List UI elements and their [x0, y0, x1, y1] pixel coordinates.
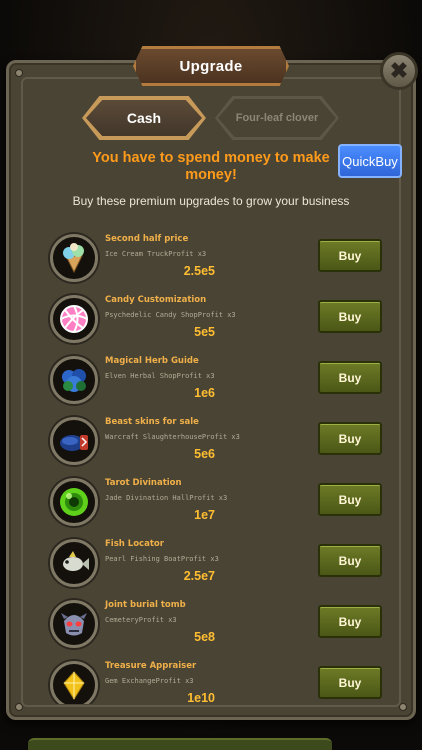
close-button[interactable]: ✖	[380, 52, 418, 90]
close-icon: ✖	[389, 58, 409, 83]
buy-button[interactable]: Buy	[318, 544, 382, 577]
upgrade-list[interactable]: Second half price Ice Cream TruckProfit …	[20, 222, 402, 704]
list-item: Treasure Appraiser Gem ExchangeProfit x3…	[20, 649, 402, 704]
jade-orb-icon	[50, 478, 98, 526]
upgrade-name: Joint burial tomb	[105, 600, 186, 610]
corner-bolt	[15, 69, 23, 77]
buy-button[interactable]: Buy	[318, 605, 382, 638]
upgrade-price: 2.5e7	[183, 569, 215, 583]
upgrade-price: 1e6	[194, 386, 215, 400]
corner-bolt	[15, 703, 23, 711]
upgrade-price: 1e10	[187, 691, 215, 704]
upgrade-desc: Elven Herbal ShopProfit x3	[105, 372, 215, 380]
gem-icon	[50, 661, 98, 704]
list-item: Fish Locator Pearl Fishing BoatProfit x3…	[20, 527, 402, 588]
upgrade-desc: Gem ExchangeProfit x3	[105, 677, 194, 685]
tab-clover-inner: Four-leaf clover	[218, 99, 336, 137]
promo-headline: You have to spend money to make money!	[92, 150, 330, 183]
tab-clover-label: Four-leaf clover	[235, 112, 319, 124]
list-item: Beast skins for sale Warcraft Slaughterh…	[20, 405, 402, 466]
upgrade-name: Tarot Divination	[105, 478, 182, 488]
buy-button[interactable]: Buy	[318, 361, 382, 394]
upgrade-name: Magical Herb Guide	[105, 356, 199, 366]
list-item: Joint burial tomb CemeteryProfit x3 5e8 …	[20, 588, 402, 649]
fish-icon	[50, 539, 98, 587]
buy-button[interactable]: Buy	[318, 300, 382, 333]
upgrade-price: 5e8	[194, 630, 215, 644]
title-banner: Upgrade	[133, 46, 289, 86]
corner-bolt	[399, 703, 407, 711]
upgrade-desc: Warcraft SlaughterhouseProfit x3	[105, 433, 240, 441]
herb-icon	[50, 356, 98, 404]
ice-cream-icon	[50, 234, 98, 282]
upgrade-name: Candy Customization	[105, 295, 207, 305]
upgrade-desc: Ice Cream TruckProfit x3	[105, 250, 207, 258]
tab-cash[interactable]: Cash	[82, 96, 206, 140]
buy-button[interactable]: Buy	[318, 422, 382, 455]
list-item: Tarot Divination Jade Divination HallPro…	[20, 466, 402, 527]
buy-button[interactable]: Buy	[318, 666, 382, 699]
bottom-bar-edge	[28, 738, 332, 750]
page-title: Upgrade	[179, 57, 243, 75]
upgrade-price: 5e5	[194, 325, 215, 339]
upgrade-desc: Jade Divination HallProfit x3	[105, 494, 228, 502]
list-item: Magical Herb Guide Elven Herbal ShopProf…	[20, 344, 402, 405]
upgrade-price: 5e6	[194, 447, 215, 461]
quickbuy-button[interactable]: QuickBuy	[338, 144, 402, 178]
promo-subtitle: Buy these premium upgrades to grow your …	[72, 194, 350, 208]
buy-button[interactable]: Buy	[318, 239, 382, 272]
upgrade-price: 2.5e5	[183, 264, 215, 278]
upgrade-price: 1e7	[194, 508, 215, 522]
upgrade-name: Treasure Appraiser	[105, 661, 197, 671]
skull-mask-icon	[50, 600, 98, 648]
upgrade-name: Fish Locator	[105, 539, 164, 549]
tab-four-leaf-clover[interactable]: Four-leaf clover	[215, 96, 339, 140]
upgrade-desc: Pearl Fishing BoatProfit x3	[105, 555, 219, 563]
candy-icon	[50, 295, 98, 343]
upgrade-name: Second half price	[105, 234, 189, 244]
list-item: Candy Customization Psychedelic Candy Sh…	[20, 283, 402, 344]
tab-cash-inner: Cash	[86, 100, 202, 136]
buy-button[interactable]: Buy	[318, 483, 382, 516]
upgrade-name: Beast skins for sale	[105, 417, 199, 427]
list-item: Second half price Ice Cream TruckProfit …	[20, 222, 402, 283]
upgrade-desc: Psychedelic Candy ShopProfit x3	[105, 311, 236, 319]
beast-skin-icon	[50, 417, 98, 465]
tab-cash-label: Cash	[126, 110, 162, 126]
upgrade-desc: CemeteryProfit x3	[105, 616, 177, 624]
